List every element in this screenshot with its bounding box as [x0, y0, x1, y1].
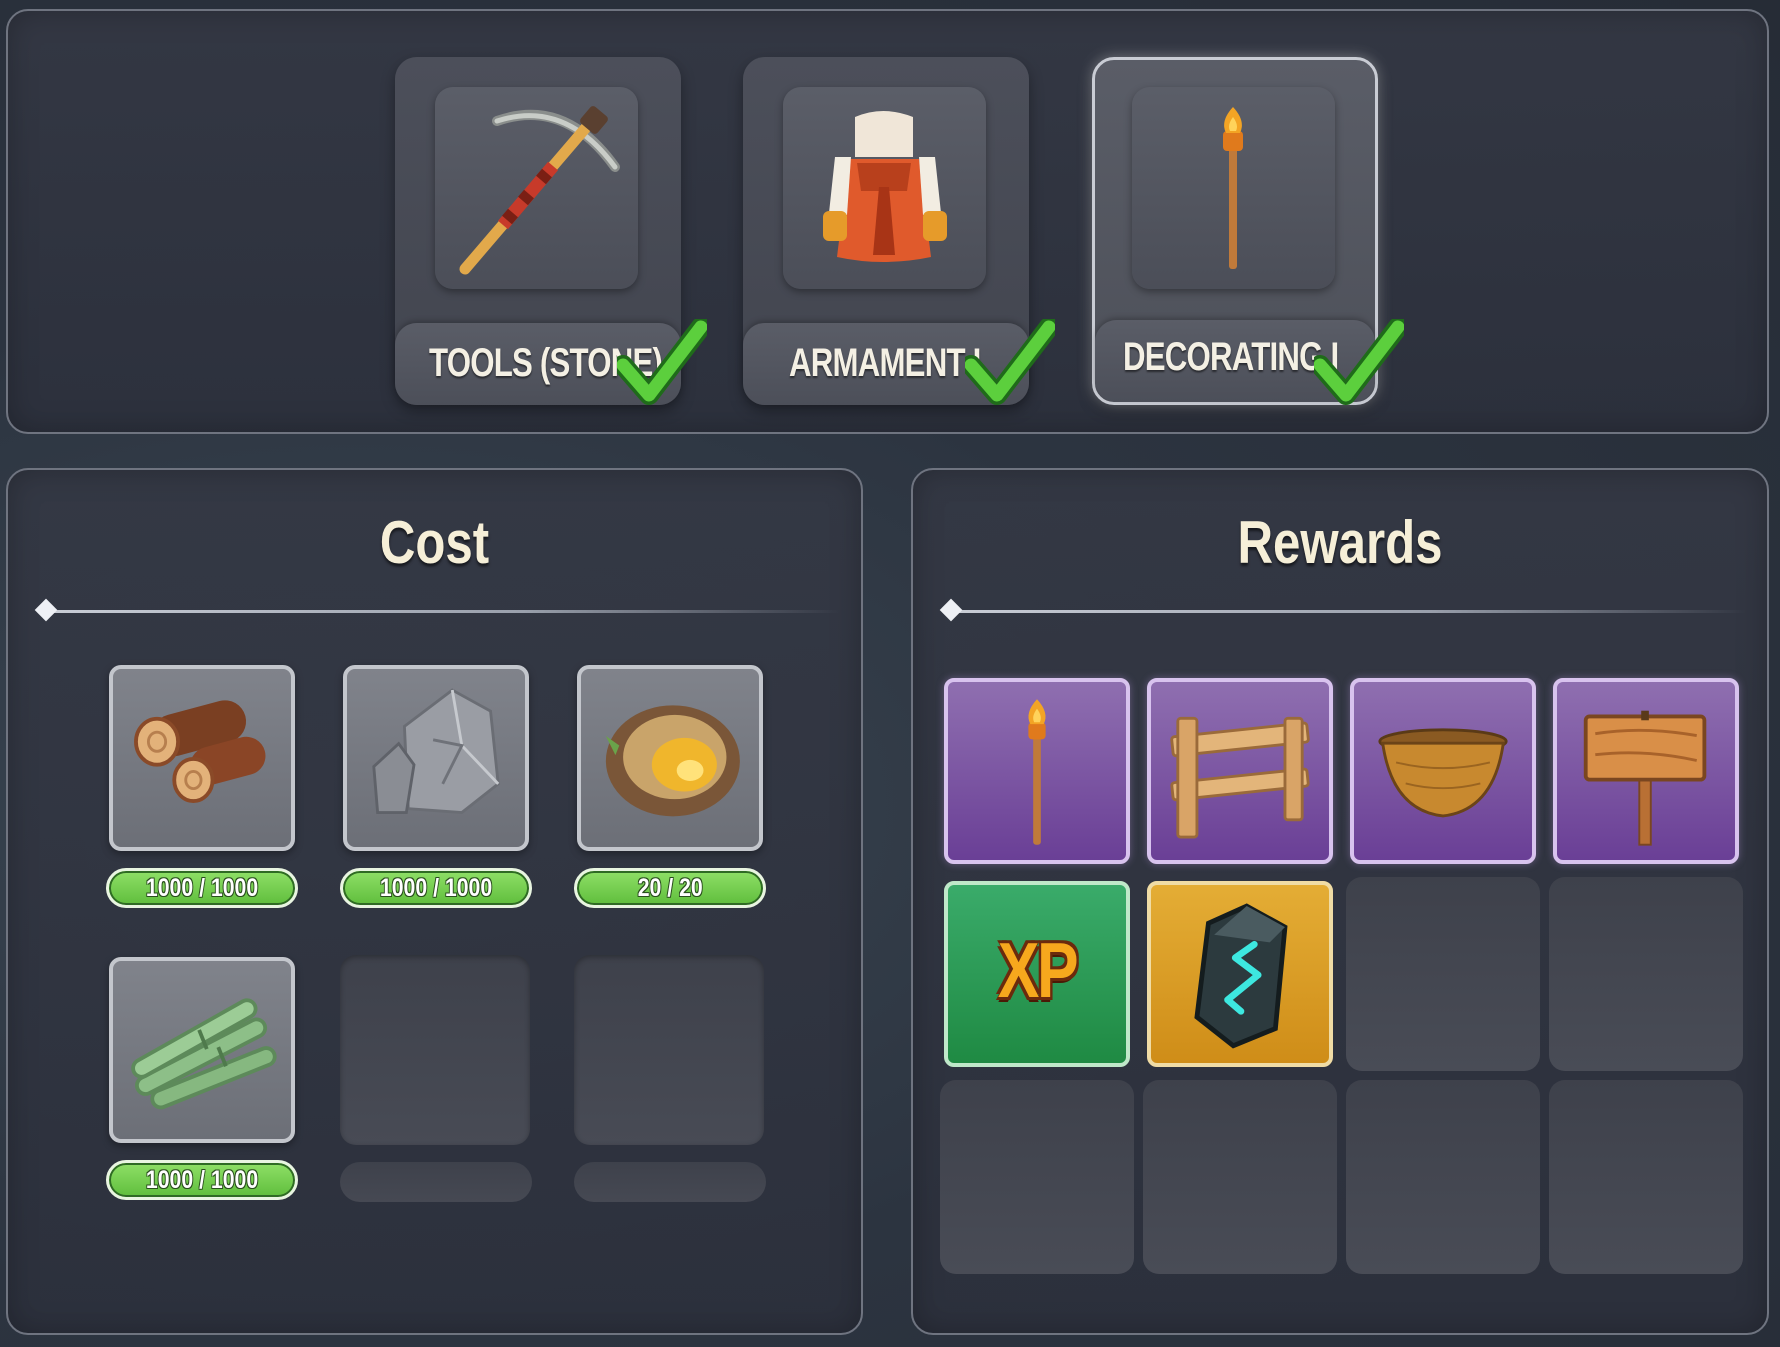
divider-diamond	[939, 598, 963, 622]
cost-amount-wood: 1000 / 1000	[106, 868, 298, 908]
reward-slot-empty	[940, 1080, 1134, 1274]
category-label: DECORATING I	[1123, 335, 1339, 379]
signpost-icon	[1583, 710, 1707, 846]
cost-title: Cost	[379, 509, 490, 576]
xp-icon: XP	[997, 926, 1079, 1014]
cost-item-wood[interactable]	[109, 665, 295, 851]
stone-icon	[372, 688, 500, 815]
reward-slot-empty	[1346, 1080, 1540, 1274]
checkmark-icon	[1314, 319, 1404, 405]
reward-item-rune-stone[interactable]	[1147, 881, 1333, 1067]
cost-amount-bamboo: 1000 / 1000	[106, 1160, 298, 1200]
category-card-tools-stone[interactable]: TOOLS (STONE)	[395, 57, 707, 405]
category-label: ARMAMENT I	[789, 341, 981, 385]
torch-icon	[1028, 699, 1046, 845]
cost-amount-stone: 1000 / 1000	[340, 868, 532, 908]
reward-item-signpost[interactable]	[1553, 678, 1739, 864]
checkmark-icon	[965, 319, 1055, 405]
wood-logs-icon	[134, 700, 266, 803]
pickaxe-icon	[435, 87, 638, 289]
cost-slot-empty	[340, 955, 530, 1145]
reward-item-torch[interactable]	[944, 678, 1130, 864]
rewards-title: Rewards	[1237, 509, 1443, 576]
rewards-panel: Rewards XP	[911, 468, 1769, 1335]
reward-slot-empty	[1346, 877, 1540, 1071]
reward-item-basket[interactable]	[1350, 678, 1536, 864]
divider-diamond	[34, 598, 58, 622]
cost-item-bamboo[interactable]	[109, 957, 295, 1143]
category-card-armament[interactable]: ARMAMENT I	[743, 57, 1055, 405]
reward-slot-empty	[1549, 877, 1743, 1071]
cost-amount-empty	[574, 1162, 766, 1202]
category-panel: TOOLS (STONE) ARMAMENT I DECORATING I	[6, 9, 1769, 434]
amber-ore-icon	[605, 705, 740, 817]
cost-item-stone[interactable]	[343, 665, 529, 851]
bamboo-icon	[131, 998, 277, 1110]
torch-icon	[1132, 87, 1335, 289]
cost-item-amber[interactable]	[577, 665, 763, 851]
cost-panel: Cost 1000 / 1000 1000 / 1000 20 / 20 100…	[6, 468, 863, 1335]
basket-icon	[1378, 728, 1508, 818]
reward-slot-empty	[1143, 1080, 1337, 1274]
cost-amount-empty	[340, 1162, 532, 1202]
armor-icon	[783, 87, 986, 289]
cost-amount-amber: 20 / 20	[574, 868, 766, 908]
reward-item-xp[interactable]: XP	[944, 881, 1130, 1067]
checkmark-icon	[617, 319, 707, 405]
reward-item-fence[interactable]	[1147, 678, 1333, 864]
cost-divider	[34, 598, 841, 622]
rune-stone-icon	[1194, 903, 1288, 1049]
rewards-divider	[939, 598, 1746, 622]
reward-slot-empty	[1549, 1080, 1743, 1274]
fence-icon	[1170, 716, 1310, 839]
category-card-decorating[interactable]: DECORATING I	[1092, 57, 1404, 405]
cost-slot-empty	[574, 955, 764, 1145]
